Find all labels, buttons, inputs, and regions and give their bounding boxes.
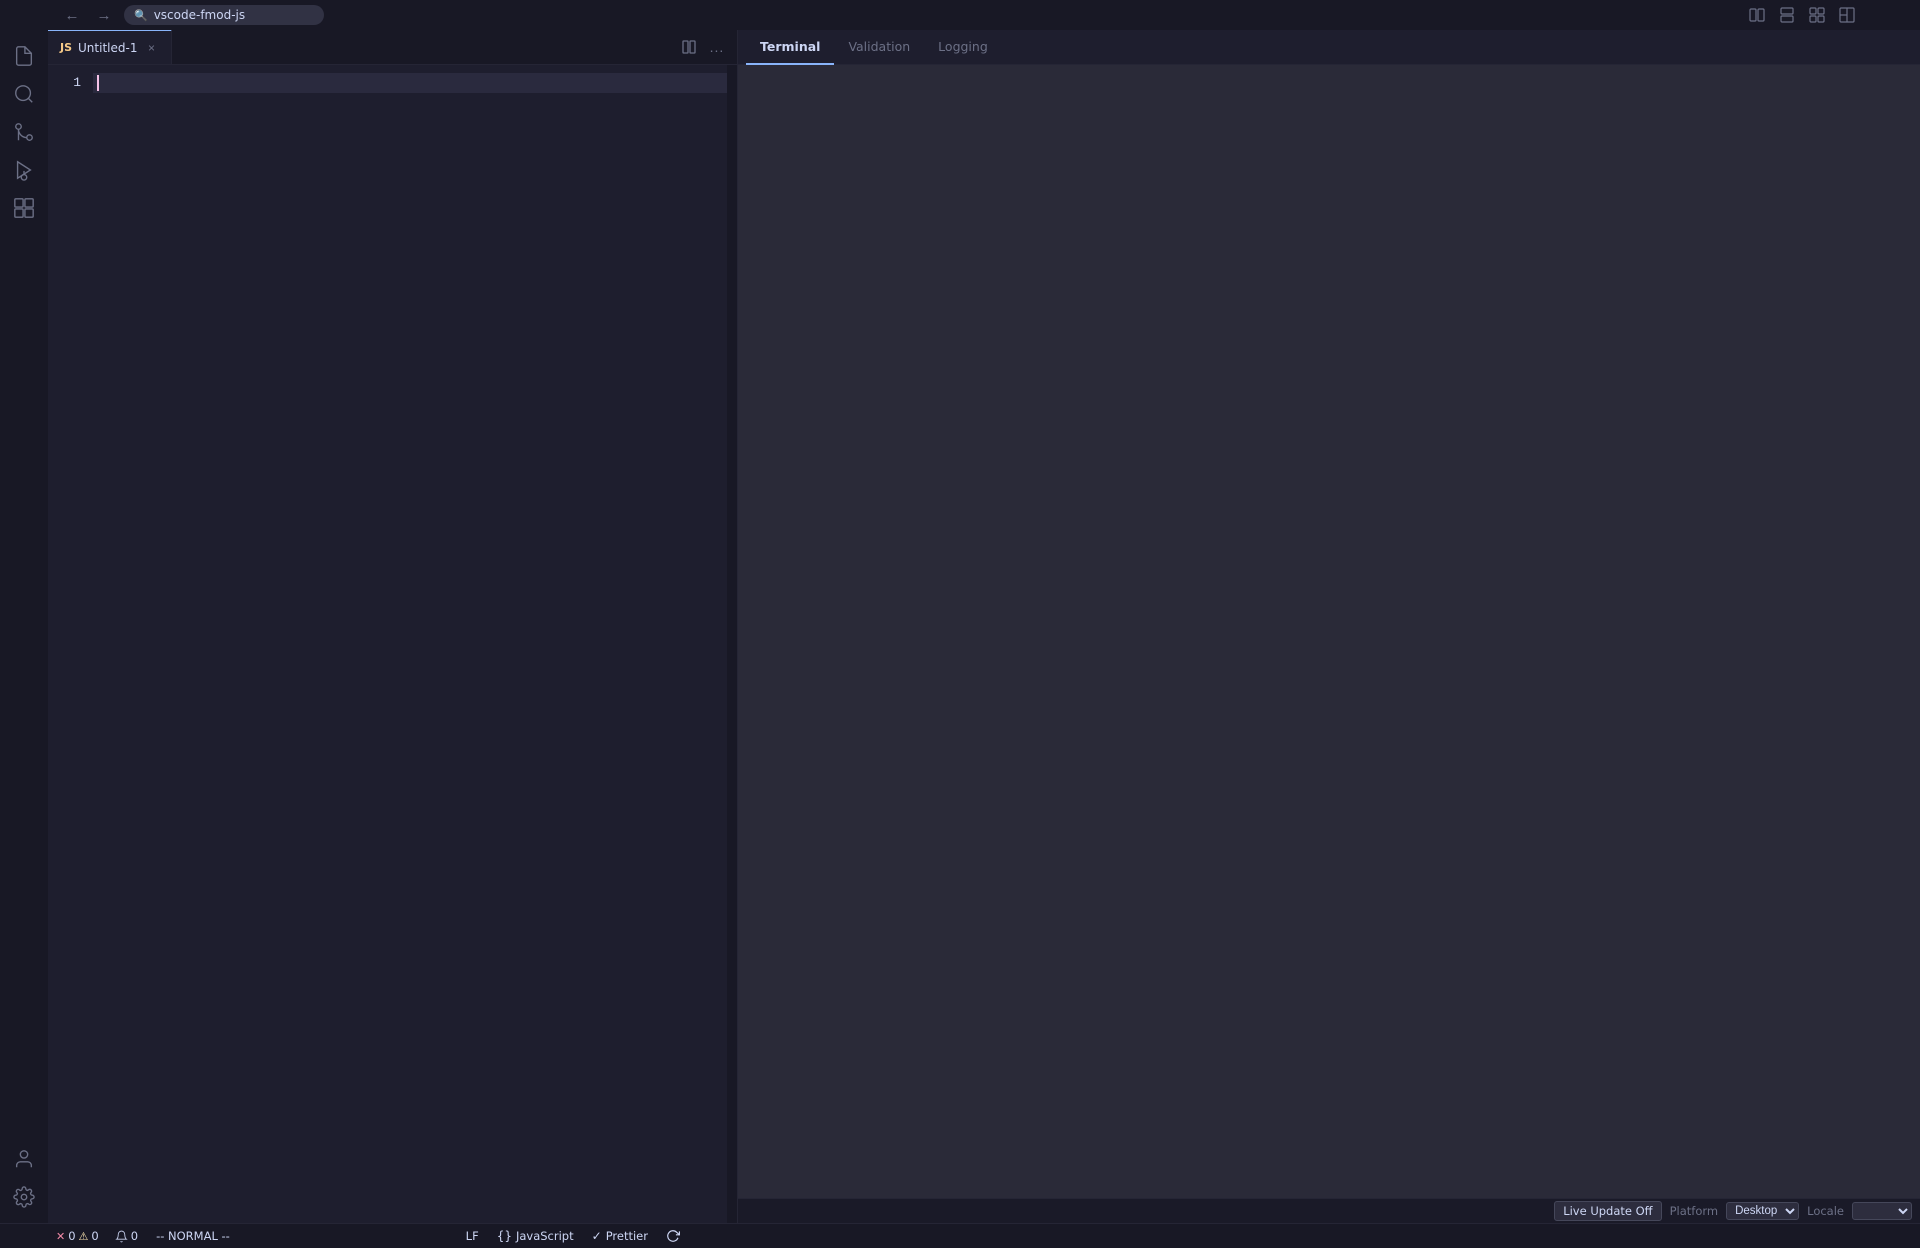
cursor-line <box>93 73 727 93</box>
layout-split-horizontal-button[interactable] <box>1744 2 1770 28</box>
activity-bar <box>0 30 48 1223</box>
status-bar-panel-section <box>688 1224 1920 1248</box>
sidebar-item-settings[interactable] <box>6 1179 42 1215</box>
file-tabs-bar: JS Untitled-1 × ... <box>48 30 737 65</box>
warnings-count: 0 <box>91 1229 98 1243</box>
sidebar-item-account[interactable] <box>6 1141 42 1177</box>
right-panel: Terminal Validation Logging Live Update … <box>738 30 1920 1223</box>
extensions-icon <box>13 197 35 219</box>
locale-label: Locale <box>1807 1204 1844 1218</box>
title-bar: ← → 🔍 vscode-fmod-js <box>0 0 1920 30</box>
split-vertical-icon <box>1779 7 1795 23</box>
grid-icon <box>1809 7 1825 23</box>
platform-label: Platform <box>1670 1204 1719 1218</box>
sidebar-item-git[interactable] <box>6 114 42 150</box>
line-numbers-gutter: 1 <box>48 65 93 1223</box>
search-text: vscode-fmod-js <box>154 8 245 22</box>
editor-more-button[interactable]: ... <box>705 35 729 59</box>
status-bar: ✕ 0 ⚠ 0 0 -- NORMAL -- LF {} JavaScript … <box>0 1223 1920 1248</box>
sync-icon <box>666 1229 680 1243</box>
settings-icon <box>13 1186 35 1208</box>
run-debug-icon <box>13 159 35 181</box>
panel-tabs-bar: Terminal Validation Logging <box>738 30 1920 65</box>
split-editor-icon <box>682 40 696 54</box>
code-editor[interactable] <box>93 65 727 1223</box>
locale-select[interactable] <box>1852 1202 1912 1220</box>
nav-forward-button[interactable]: → <box>92 3 116 27</box>
status-mode: -- NORMAL -- <box>146 1224 240 1248</box>
editor-split-button[interactable] <box>677 35 701 59</box>
status-language[interactable]: {} JavaScript <box>489 1224 582 1248</box>
layout-split-vertical-button[interactable] <box>1774 2 1800 28</box>
layout-grid-button[interactable] <box>1804 2 1830 28</box>
files-icon <box>13 45 35 67</box>
sidebar-item-explorer[interactable] <box>6 38 42 74</box>
nav-back-button[interactable]: ← <box>60 3 84 27</box>
search-icon: 🔍 <box>134 9 148 22</box>
checkmark-icon: ✓ <box>592 1229 602 1243</box>
terminal-content[interactable] <box>738 65 1920 1198</box>
platform-select[interactable]: Desktop <box>1726 1202 1799 1220</box>
sidebar-item-run[interactable] <box>6 152 42 188</box>
file-tab-untitled1[interactable]: JS Untitled-1 × <box>48 30 172 64</box>
errors-count: 0 <box>68 1229 75 1243</box>
live-update-label: Live Update Off <box>1563 1204 1652 1218</box>
layout-options-button[interactable] <box>1834 2 1860 28</box>
line-number-1: 1 <box>48 73 93 93</box>
editor-content[interactable]: 1 <box>48 65 737 1223</box>
text-cursor <box>97 75 99 91</box>
split-horizontal-icon <box>1749 7 1765 23</box>
bell-icon <box>115 1230 128 1243</box>
tab-validation[interactable]: Validation <box>834 30 924 65</box>
tab-filename: Untitled-1 <box>78 41 137 55</box>
panel-bottom-status: Live Update Off Platform Desktop Locale <box>738 1198 1920 1223</box>
search-bar[interactable]: 🔍 vscode-fmod-js <box>124 5 324 25</box>
live-update-button[interactable]: Live Update Off <box>1554 1201 1661 1221</box>
tab-terminal[interactable]: Terminal <box>746 30 834 65</box>
sidebar-item-extensions[interactable] <box>6 190 42 226</box>
status-encoding[interactable]: LF <box>458 1224 487 1248</box>
editor-area: JS Untitled-1 × ... 1 <box>48 30 738 1223</box>
braces-icon: {} <box>497 1229 512 1243</box>
tab-js-icon: JS <box>60 41 72 54</box>
tab-logging[interactable]: Logging <box>924 30 1002 65</box>
status-sync[interactable] <box>658 1224 688 1248</box>
editor-scrollbar[interactable] <box>727 65 737 1223</box>
status-bar-editor-section: ✕ 0 ⚠ 0 0 -- NORMAL -- LF {} JavaScript … <box>48 1224 688 1248</box>
layout-options-icon <box>1839 7 1855 23</box>
account-icon <box>13 1148 35 1170</box>
warning-icon: ⚠ <box>79 1230 89 1243</box>
status-formatter[interactable]: ✓ Prettier <box>584 1224 656 1248</box>
status-errors-button[interactable]: ✕ 0 ⚠ 0 <box>48 1224 107 1248</box>
tab-close-button[interactable]: × <box>143 40 159 56</box>
search-icon <box>13 83 35 105</box>
sidebar-item-search[interactable] <box>6 76 42 112</box>
git-icon <box>13 121 35 143</box>
error-icon: ✕ <box>56 1230 65 1243</box>
bell-count: 0 <box>131 1229 138 1243</box>
status-bell-button[interactable]: 0 <box>109 1224 144 1248</box>
